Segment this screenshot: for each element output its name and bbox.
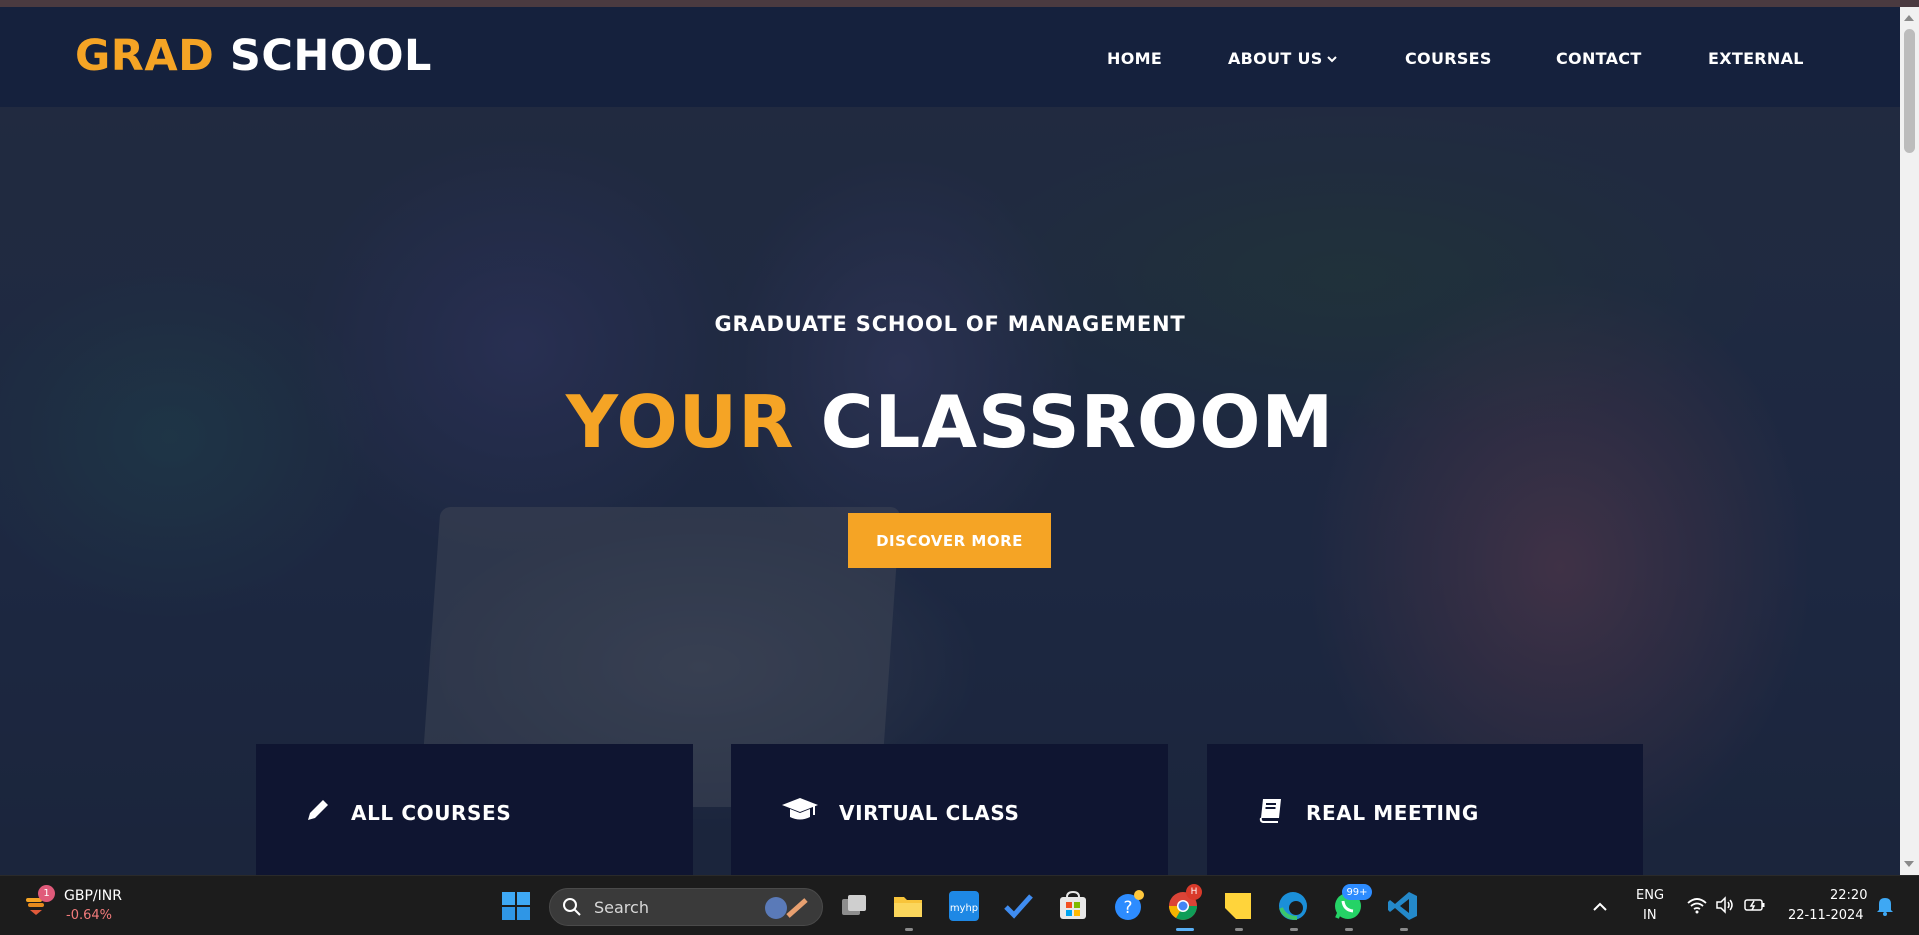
clock-date[interactable]: 22-11-2024 bbox=[1788, 908, 1864, 923]
app-active-indicator bbox=[1176, 928, 1194, 931]
nav-external[interactable]: EXTERNAL bbox=[1708, 49, 1804, 68]
sticky-notes-icon[interactable] bbox=[1222, 890, 1254, 922]
nav-home[interactable]: HOME bbox=[1107, 49, 1162, 68]
task-view-icon[interactable] bbox=[838, 890, 870, 922]
search-highlight-icon bbox=[760, 894, 812, 926]
battery-icon[interactable] bbox=[1744, 897, 1766, 917]
svg-text:?: ? bbox=[1123, 898, 1132, 918]
app-running-indicator bbox=[1235, 928, 1243, 931]
notification-bell-icon[interactable] bbox=[1876, 896, 1894, 920]
help-app-icon[interactable]: ? bbox=[1112, 890, 1144, 922]
vscode-icon[interactable] bbox=[1387, 890, 1419, 922]
page-scrollbar[interactable] bbox=[1900, 7, 1919, 875]
scrollbar-thumb[interactable] bbox=[1904, 29, 1915, 153]
nav-about-us-label: ABOUT US bbox=[1228, 49, 1323, 68]
todo-app-icon[interactable] bbox=[1002, 890, 1034, 922]
file-explorer-icon[interactable] bbox=[892, 890, 924, 922]
pencil-icon bbox=[304, 796, 332, 828]
clock-time[interactable]: 22:20 bbox=[1830, 888, 1867, 903]
window-top-edge bbox=[0, 0, 1919, 7]
ticker-symbol: GBP/INR bbox=[64, 888, 122, 904]
feature-label: ALL COURSES bbox=[351, 801, 512, 825]
feature-card-virtual-class[interactable]: VIRTUAL CLASS bbox=[731, 744, 1168, 875]
app-running-indicator bbox=[1345, 928, 1353, 931]
volume-icon[interactable] bbox=[1715, 896, 1735, 918]
search-placeholder: Search bbox=[594, 898, 649, 917]
hero-subtitle: GRADUATE SCHOOL OF MANAGEMENT bbox=[714, 312, 1186, 336]
app-running-indicator bbox=[905, 928, 913, 931]
chrome-icon[interactable]: H bbox=[1167, 884, 1202, 922]
windows-start-icon[interactable] bbox=[500, 890, 532, 922]
book-icon bbox=[1257, 796, 1285, 828]
language-indicator-line2[interactable]: IN bbox=[1643, 908, 1657, 923]
hero-title-accent: YOUR bbox=[565, 380, 795, 464]
ticker-change: -0.64% bbox=[66, 908, 112, 923]
feature-label: REAL MEETING bbox=[1306, 801, 1479, 825]
site-header: GRAD SCHOOL HOME ABOUT US COURSES CONTAC… bbox=[0, 7, 1900, 107]
windows-taskbar: 1 GBP/INR -0.64% Search myhp ? H 99+ ENG… bbox=[0, 875, 1919, 935]
feature-card-real-meeting[interactable]: REAL MEETING bbox=[1207, 744, 1643, 875]
app-running-indicator bbox=[1290, 928, 1298, 931]
myhp-app-icon[interactable]: myhp bbox=[948, 890, 980, 922]
notification-badge: 1 bbox=[38, 885, 55, 902]
taskbar-search-input[interactable]: Search bbox=[549, 888, 823, 926]
hero-title: YOUR CLASSROOM bbox=[0, 380, 1900, 464]
whatsapp-unread-badge: 99+ bbox=[1342, 884, 1372, 900]
feature-label: VIRTUAL CLASS bbox=[839, 801, 1020, 825]
language-indicator-line1[interactable]: ENG bbox=[1636, 888, 1664, 903]
app-running-indicator bbox=[1400, 928, 1408, 931]
edge-icon[interactable] bbox=[1277, 890, 1309, 922]
hero-title-rest: CLASSROOM bbox=[820, 380, 1335, 464]
microsoft-store-icon[interactable] bbox=[1057, 890, 1089, 922]
scroll-up-arrow-icon[interactable] bbox=[1904, 15, 1914, 21]
feature-card-all-courses[interactable]: ALL COURSES bbox=[256, 744, 693, 875]
logo-part-school: SCHOOL bbox=[229, 31, 432, 81]
site-logo[interactable]: GRAD SCHOOL bbox=[75, 31, 432, 81]
chevron-up-icon[interactable] bbox=[1592, 898, 1608, 917]
chevron-down-icon bbox=[1326, 53, 1337, 66]
search-icon bbox=[562, 897, 582, 921]
chrome-profile-badge: H bbox=[1186, 884, 1202, 900]
svg-text:myhp: myhp bbox=[950, 903, 978, 914]
wifi-icon[interactable] bbox=[1687, 896, 1707, 918]
logo-part-grad: GRAD bbox=[75, 31, 215, 81]
nav-contact[interactable]: CONTACT bbox=[1556, 49, 1642, 68]
whatsapp-icon[interactable]: 99+ bbox=[1332, 884, 1372, 922]
discover-more-button[interactable]: DISCOVER MORE bbox=[848, 513, 1051, 568]
scroll-down-arrow-icon[interactable] bbox=[1904, 861, 1914, 867]
nav-about-us[interactable]: ABOUT US bbox=[1228, 49, 1337, 68]
graduation-cap-icon bbox=[781, 796, 819, 828]
nav-courses[interactable]: COURSES bbox=[1405, 49, 1492, 68]
